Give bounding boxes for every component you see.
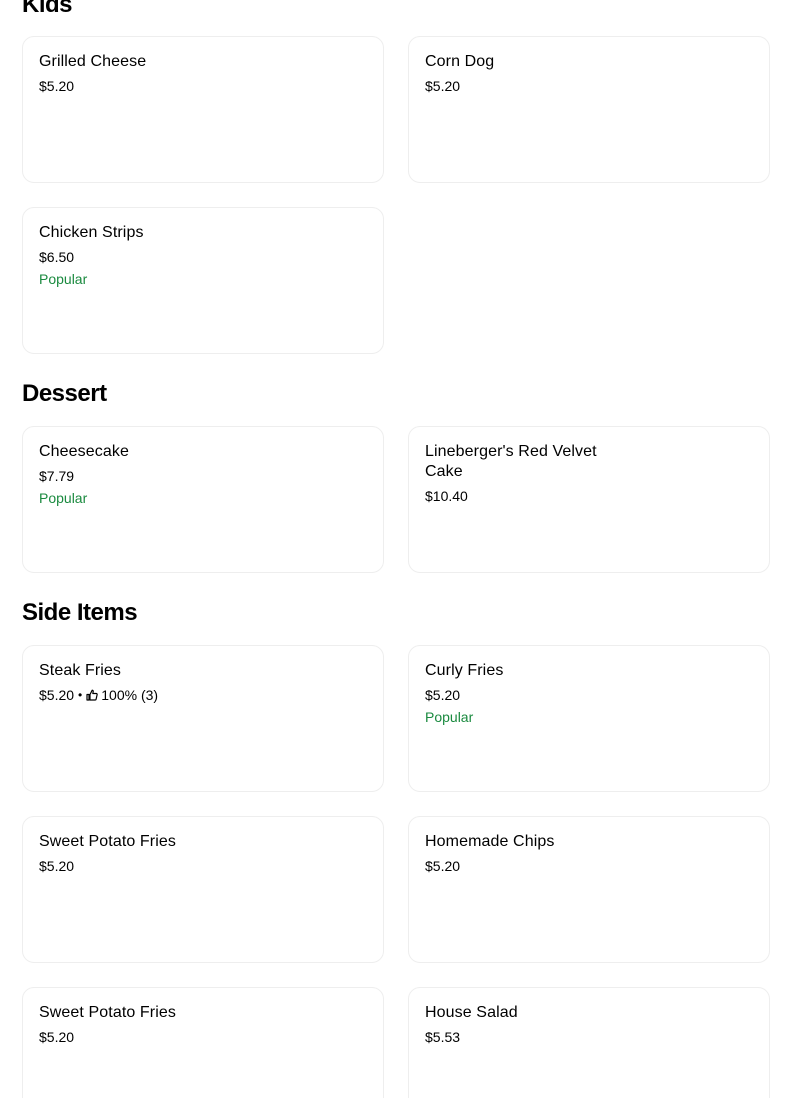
item-price-value: $5.20 [39, 78, 75, 94]
thumbs-up-icon [86, 689, 98, 701]
item-price-value: $5.20 [39, 858, 75, 874]
menu-item-card[interactable]: House Salad $5.53 [408, 987, 770, 1098]
item-price: $7.79 [39, 467, 367, 485]
item-price-rating: $5.20 • 100% (3) [39, 686, 367, 704]
section-title-dessert: Dessert [22, 380, 107, 407]
menu-item-card[interactable]: Corn Dog $5.20 [408, 36, 770, 183]
menu-item-card[interactable]: Chicken Strips $6.50 Popular [22, 207, 384, 354]
item-name: Steak Fries [39, 662, 122, 679]
item-price: $6.50 [39, 248, 367, 266]
item-name: Chicken Strips [39, 224, 144, 241]
section-title-kids: Kids [22, 0, 73, 18]
item-name: Grilled Cheese [39, 53, 147, 70]
item-price-value: $5.53 [425, 1029, 461, 1045]
item-price-value: $5.20 [425, 858, 461, 874]
item-name: House Salad [425, 1004, 518, 1021]
popular-badge: Popular [425, 709, 474, 725]
rating-value: 100% (3) [101, 687, 159, 703]
separator-dot: • [78, 688, 83, 702]
item-price: $5.20 [39, 1028, 367, 1046]
item-price-value: $5.20 [39, 687, 75, 703]
menu-item-card[interactable]: Cheesecake $7.79 Popular [22, 426, 384, 573]
menu-page: Kids Grilled Cheese $5.20 Corn Dog $5.20… [0, 0, 804, 1098]
item-price-value: $5.20 [39, 1029, 75, 1045]
item-price: $5.20 [39, 857, 367, 875]
item-price-value: $6.50 [39, 249, 75, 265]
item-price-value: $10.40 [425, 488, 468, 504]
item-price-value: $5.20 [425, 687, 461, 703]
item-price-value: $7.79 [39, 468, 75, 484]
menu-item-card[interactable]: Homemade Chips $5.20 [408, 816, 770, 963]
menu-item-card[interactable]: Grilled Cheese $5.20 [22, 36, 384, 183]
menu-item-card[interactable]: Lineberger's Red Velvet Cake $10.40 [408, 426, 770, 573]
section-title-side-items: Side Items [22, 599, 138, 626]
item-price: $5.53 [425, 1028, 753, 1046]
item-name: Curly Fries [425, 662, 504, 679]
menu-item-card[interactable]: Sweet Potato Fries $5.20 [22, 987, 384, 1098]
item-price: $10.40 [425, 487, 753, 505]
item-name: Corn Dog [425, 53, 495, 70]
item-name: Cheesecake [39, 443, 129, 460]
menu-item-card[interactable]: Steak Fries $5.20 • 100% (3) [22, 645, 384, 792]
item-price: $5.20 [39, 77, 367, 95]
menu-item-card[interactable]: Curly Fries $5.20 Popular [408, 645, 770, 792]
item-price: $5.20 [425, 686, 753, 704]
item-name: Sweet Potato Fries [39, 1004, 176, 1021]
item-price-value: $5.20 [425, 78, 461, 94]
popular-badge: Popular [39, 490, 88, 506]
menu-item-card[interactable]: Sweet Potato Fries $5.20 [22, 816, 384, 963]
item-price: $5.20 [425, 857, 753, 875]
item-name: Sweet Potato Fries [39, 833, 176, 850]
item-name: Homemade Chips [425, 833, 555, 850]
popular-badge: Popular [39, 271, 88, 287]
item-price: $5.20 [425, 77, 753, 95]
item-name: Lineberger's Red Velvet Cake [425, 443, 597, 480]
